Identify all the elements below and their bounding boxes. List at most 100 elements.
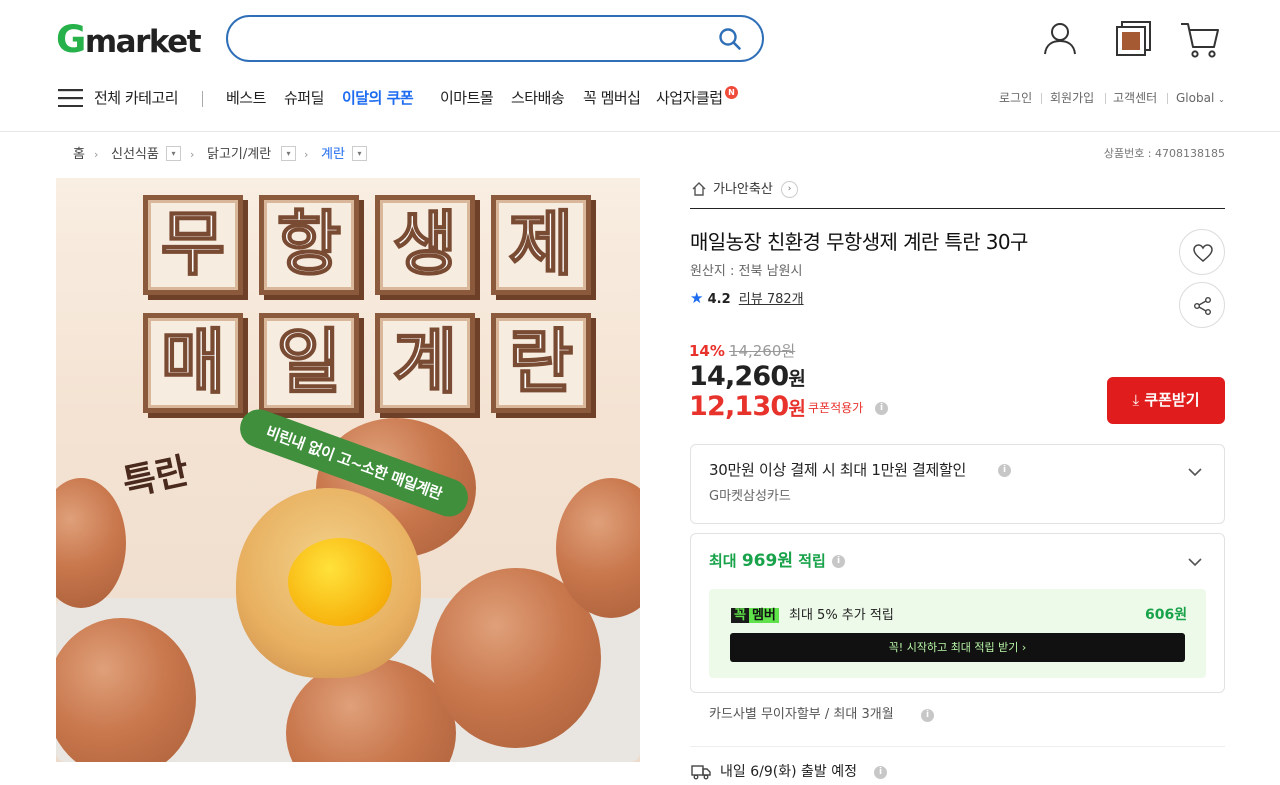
- star-icon: ★: [690, 289, 704, 307]
- membership-text: 최대 5% 추가 적립: [789, 608, 894, 623]
- global-dropdown[interactable]: Global ⌄: [1176, 90, 1225, 108]
- customer-center-link[interactable]: 고객센터: [1113, 90, 1157, 106]
- headline-char: 매: [143, 313, 243, 413]
- membership-amount: 606원: [1145, 607, 1188, 623]
- discount-row: 14% 14,260원: [689, 341, 795, 361]
- util-divider: [1167, 93, 1168, 104]
- chevron-down-icon: ⌄: [1218, 95, 1225, 104]
- card-discount-title: 30만원 이상 결제 시 최대 1만원 결제할인: [709, 461, 967, 479]
- chevron-right-icon[interactable]: ›: [781, 181, 798, 198]
- headline-char: 계: [375, 313, 475, 413]
- wishlist-button[interactable]: [1179, 229, 1225, 275]
- membership-badge-a: 꼭: [731, 608, 749, 623]
- header-divider: [0, 131, 1280, 132]
- heart-icon: [1193, 244, 1213, 262]
- origin-text: 원산지 : 전북 남원시: [690, 264, 803, 279]
- currency-unit: 원: [788, 398, 806, 420]
- rating-row: ★ 4.2 리뷰 782개: [690, 289, 804, 309]
- chevron-right-icon: ›: [94, 148, 99, 161]
- chevron-down-icon[interactable]: ▾: [352, 146, 367, 161]
- review-link[interactable]: 리뷰 782개: [739, 292, 804, 307]
- points-value: 969원: [741, 551, 793, 571]
- headline-char: 일: [259, 313, 359, 413]
- chevron-right-icon: ›: [304, 148, 309, 161]
- util-divider: [1105, 93, 1106, 104]
- signup-link[interactable]: 회원가입: [1050, 90, 1094, 106]
- chevron-down-icon[interactable]: ▾: [281, 146, 296, 161]
- rating-value: 4.2: [707, 292, 731, 307]
- new-badge: N: [725, 86, 738, 99]
- global-label: Global: [1176, 91, 1215, 105]
- nav-item-monthly-coupon[interactable]: 이달의 쿠폰: [342, 86, 414, 110]
- seller-name[interactable]: 가나안축산: [713, 181, 773, 199]
- card-discount-panel[interactable]: [690, 444, 1225, 524]
- recent-view-icon[interactable]: [1113, 20, 1153, 60]
- breadcrumb-fresh-food[interactable]: 신선식품: [111, 147, 159, 163]
- grade-seal: 특란: [119, 450, 193, 505]
- truck-icon: [691, 765, 711, 780]
- nav-item-superdeal[interactable]: 슈퍼딜: [284, 86, 324, 110]
- section-divider: [690, 746, 1225, 747]
- membership-badge-b: 멤버: [748, 608, 779, 623]
- points-prefix: 최대: [709, 552, 737, 570]
- share-button[interactable]: [1179, 282, 1225, 328]
- gmarket-logo[interactable]: Gmarket: [56, 20, 202, 62]
- get-coupon-button[interactable]: ⤓ 쿠폰받기: [1107, 377, 1225, 424]
- sale-price-value: 14,260: [689, 361, 789, 392]
- start-membership-button[interactable]: 꼭! 시작하고 최대 적립 받기 ›: [730, 633, 1185, 662]
- coupon-price: 12,130원: [689, 391, 806, 425]
- points-suffix: 적립: [798, 552, 826, 570]
- breadcrumb-home[interactable]: 홈: [73, 147, 85, 163]
- coupon-applied-label: 쿠폰적용가: [808, 401, 864, 415]
- all-categories-button[interactable]: 전체 카테고리: [94, 86, 179, 110]
- nav-item-star-delivery[interactable]: 스타배송: [511, 86, 565, 110]
- breadcrumb-egg[interactable]: 계란: [321, 147, 345, 163]
- download-icon: ⤓: [1132, 391, 1140, 409]
- shipping-info: 내일 6/9(화) 출발 예정: [720, 764, 857, 780]
- breadcrumb-chicken-egg[interactable]: 닭고기/계란: [207, 147, 271, 163]
- info-icon[interactable]: i: [832, 555, 845, 568]
- headline-char: 제: [491, 195, 591, 295]
- card-name: G마켓삼성카드: [709, 489, 791, 504]
- nav-divider: [202, 91, 203, 107]
- currency-unit: 원: [788, 368, 806, 390]
- original-price: 14,260원: [728, 342, 796, 360]
- share-icon: [1194, 297, 1211, 315]
- info-icon[interactable]: i: [921, 709, 934, 722]
- nav-item-emart-mall[interactable]: 이마트몰: [440, 86, 494, 110]
- installment-text: 카드사별 무이자할부 / 최대 3개월: [709, 707, 894, 722]
- nav-item-best[interactable]: 베스트: [226, 86, 266, 110]
- chevron-down-icon[interactable]: [1188, 465, 1202, 479]
- headline-char: 무: [143, 195, 243, 295]
- util-divider: [1041, 93, 1042, 104]
- info-icon[interactable]: i: [998, 464, 1011, 477]
- home-icon: [692, 182, 706, 196]
- product-number: 상품번호 : 4708138185: [1103, 147, 1225, 160]
- product-image[interactable]: 무 항 생 제 매 일 계 란 특란 비린내 없이 고~소한 매일계란: [56, 178, 640, 762]
- cart-icon[interactable]: [1179, 20, 1221, 60]
- points-title: 최대 969원 적립: [709, 550, 826, 572]
- nav-item-business-club[interactable]: 사업자클럽: [656, 86, 723, 110]
- discount-percent: 14%: [689, 342, 725, 360]
- egg-yolk: [288, 538, 392, 626]
- chevron-down-icon[interactable]: [1188, 555, 1202, 569]
- membership-badge: 꼭 멤버: [731, 606, 779, 625]
- sale-price: 14,260원: [689, 361, 806, 395]
- user-icon[interactable]: [1041, 20, 1079, 58]
- chevron-down-icon[interactable]: ▾: [166, 146, 181, 161]
- headline-char: 항: [259, 195, 359, 295]
- search-icon[interactable]: [718, 27, 742, 51]
- coupon-price-value: 12,130: [689, 391, 789, 422]
- login-link[interactable]: 로그인: [999, 90, 1032, 106]
- get-coupon-label: 쿠폰받기: [1144, 391, 1200, 409]
- nav-item-membership[interactable]: 꼭 멤버십: [583, 86, 641, 110]
- headline-char: 란: [491, 313, 591, 413]
- search-input[interactable]: [226, 15, 764, 62]
- section-divider: [690, 208, 1225, 209]
- product-title: 매일농장 친환경 무항생제 계란 특란 30구: [690, 230, 1028, 254]
- chevron-right-icon: ›: [190, 148, 195, 161]
- info-icon[interactable]: i: [875, 402, 888, 415]
- headline-char: 생: [375, 195, 475, 295]
- menu-icon[interactable]: [58, 89, 83, 107]
- info-icon[interactable]: i: [874, 766, 887, 779]
